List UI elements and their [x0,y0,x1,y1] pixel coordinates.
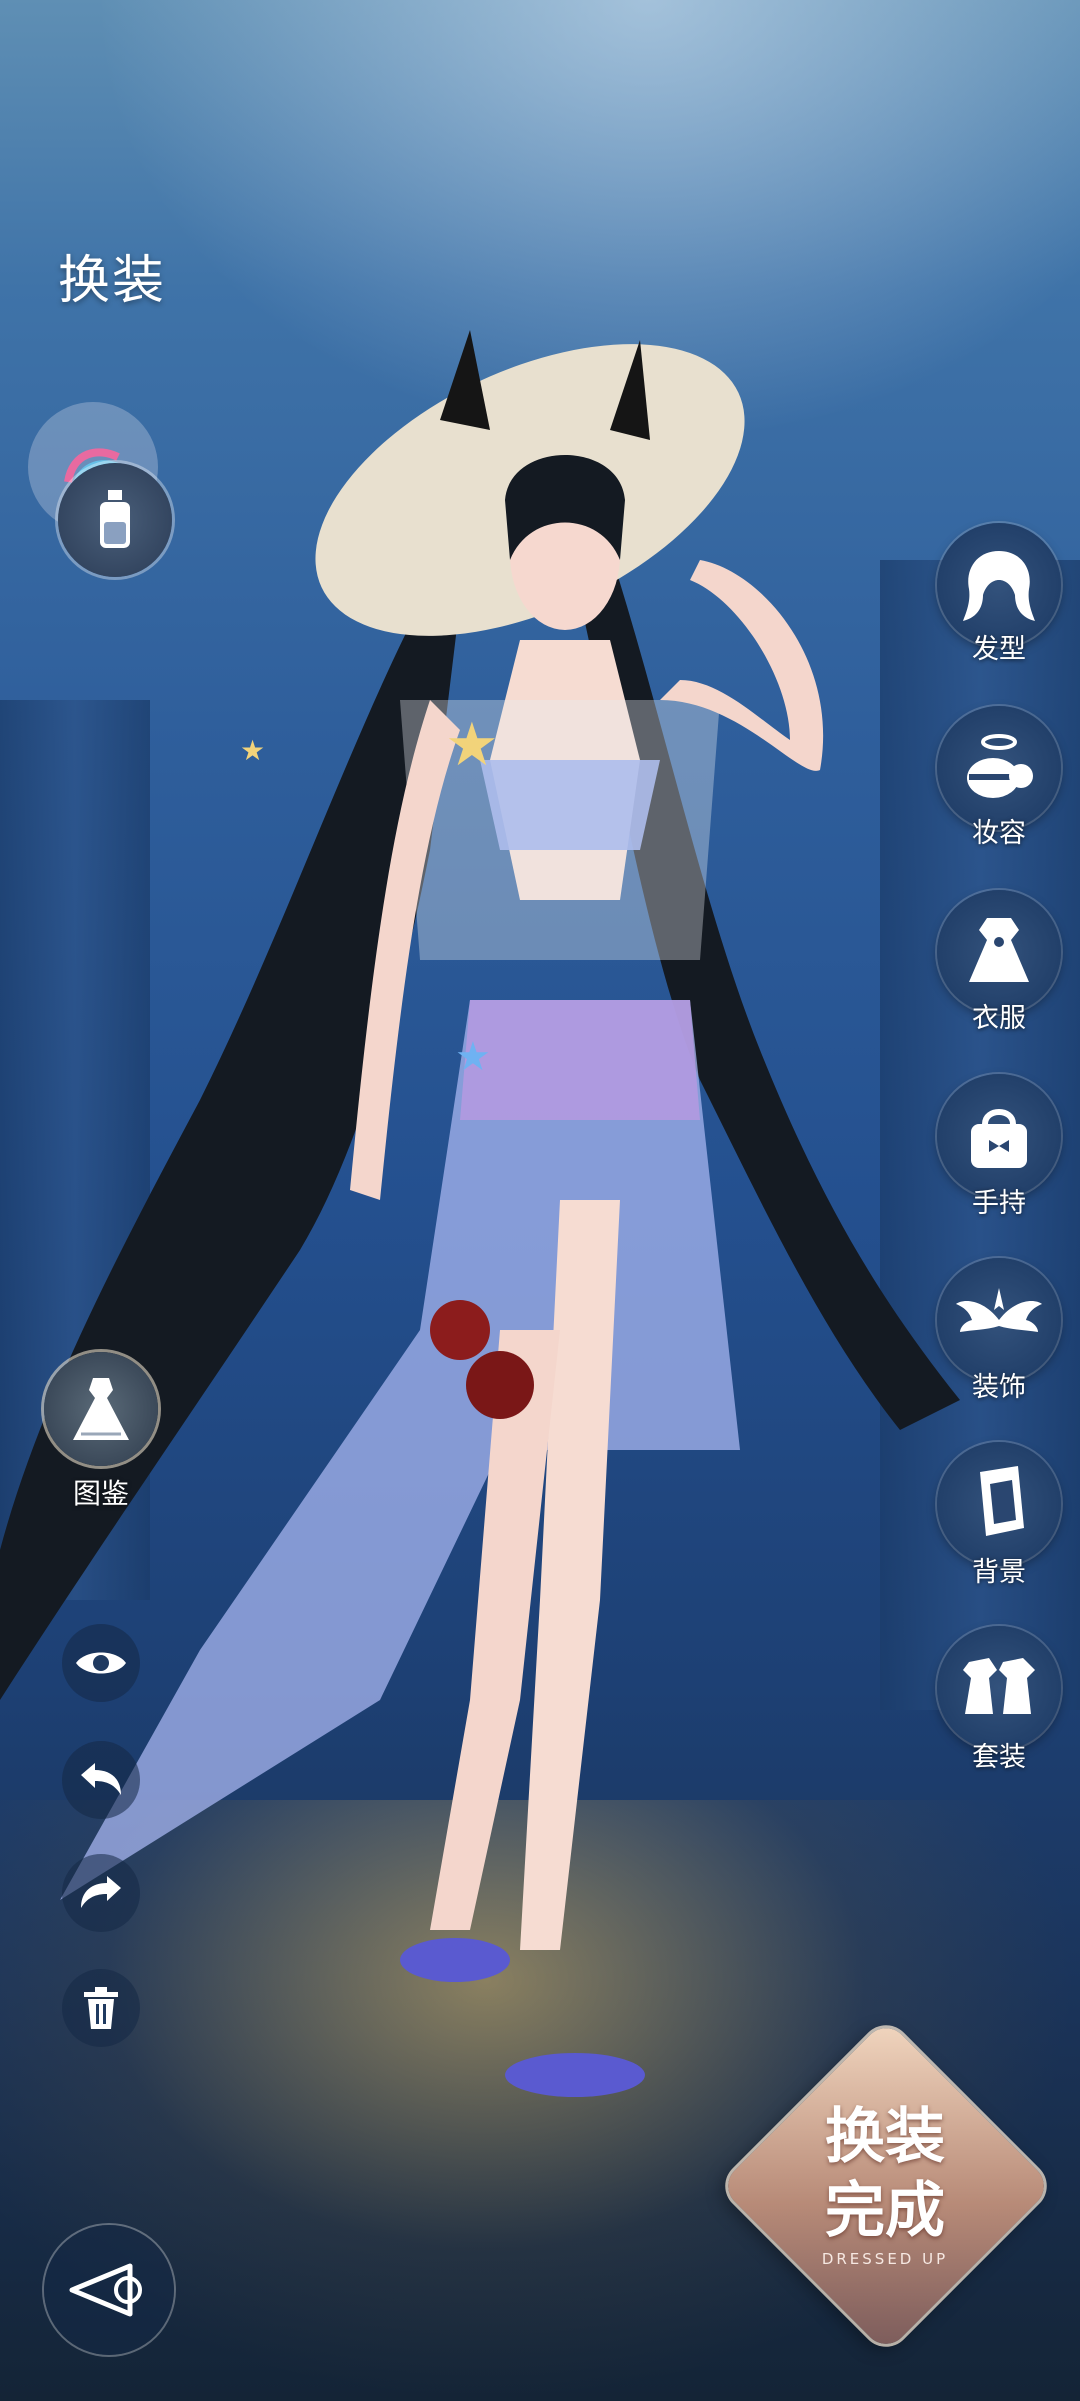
starfish: ★ [240,734,265,767]
back-button[interactable] [44,2225,174,2355]
rose [430,1300,490,1360]
menu-label-outfit-set: 套装 [972,1742,1026,1773]
background-button[interactable] [937,1442,1061,1566]
dressed-up-line2: 完成 [825,2176,945,2246]
redo-button[interactable] [62,1854,140,1932]
handheld-button[interactable] [937,1074,1061,1198]
outfit-set-button[interactable] [937,1626,1061,1750]
page-title: 换装 [58,251,167,311]
sash [460,1000,700,1120]
dressed-up-subtitle: DRESSED UP [821,2250,949,2268]
catalog-label: 图鉴 [72,1477,129,1510]
sandal-right [505,2053,645,2097]
underwater-background: ★ ★ ★ [0,0,1080,2401]
wings-icon [956,1288,1042,1332]
back-arrow-icon [69,2263,142,2317]
accessory-button[interactable] [937,1258,1061,1382]
dressed-up-line1: 换装 [825,2102,945,2172]
menu-label-background: 背景 [972,1557,1026,1588]
starfish: ★ [455,1034,491,1080]
menu-label-makeup: 妆容 [972,818,1026,849]
menu-label-hairstyle: 发型 [972,634,1026,665]
background-frame-icon [980,1466,1024,1536]
starfish: ★ [445,710,499,780]
sandal-left [400,1938,510,1982]
dress-catalog-icon [73,1378,129,1440]
catalog-button[interactable] [44,1352,158,1466]
delete-button[interactable] [62,1969,140,2047]
redo-icon [81,1876,121,1908]
eye-icon [76,1652,126,1674]
potion-button[interactable] [58,463,172,577]
dress-icon [969,918,1029,982]
makeup-compact-icon [967,734,1033,798]
potion-bottle-icon [100,490,130,548]
menu-label-handheld: 手持 [972,1188,1026,1219]
outfit-set-icon [963,1658,1035,1714]
menu-label-clothes: 衣服 [972,1003,1026,1034]
toggle-visibility-button[interactable] [62,1624,140,1702]
character-illustration: ★ ★ ★ [0,330,960,2097]
hair-icon [963,551,1035,621]
trash-icon [84,1987,118,2029]
handbag-icon [971,1109,1027,1168]
menu-label-accessory: 装饰 [972,1372,1026,1403]
rose [466,1351,534,1419]
dressed-up-label: 换装 完成 [760,2100,1010,2248]
undo-icon [81,1763,121,1795]
undo-button[interactable] [62,1741,140,1819]
